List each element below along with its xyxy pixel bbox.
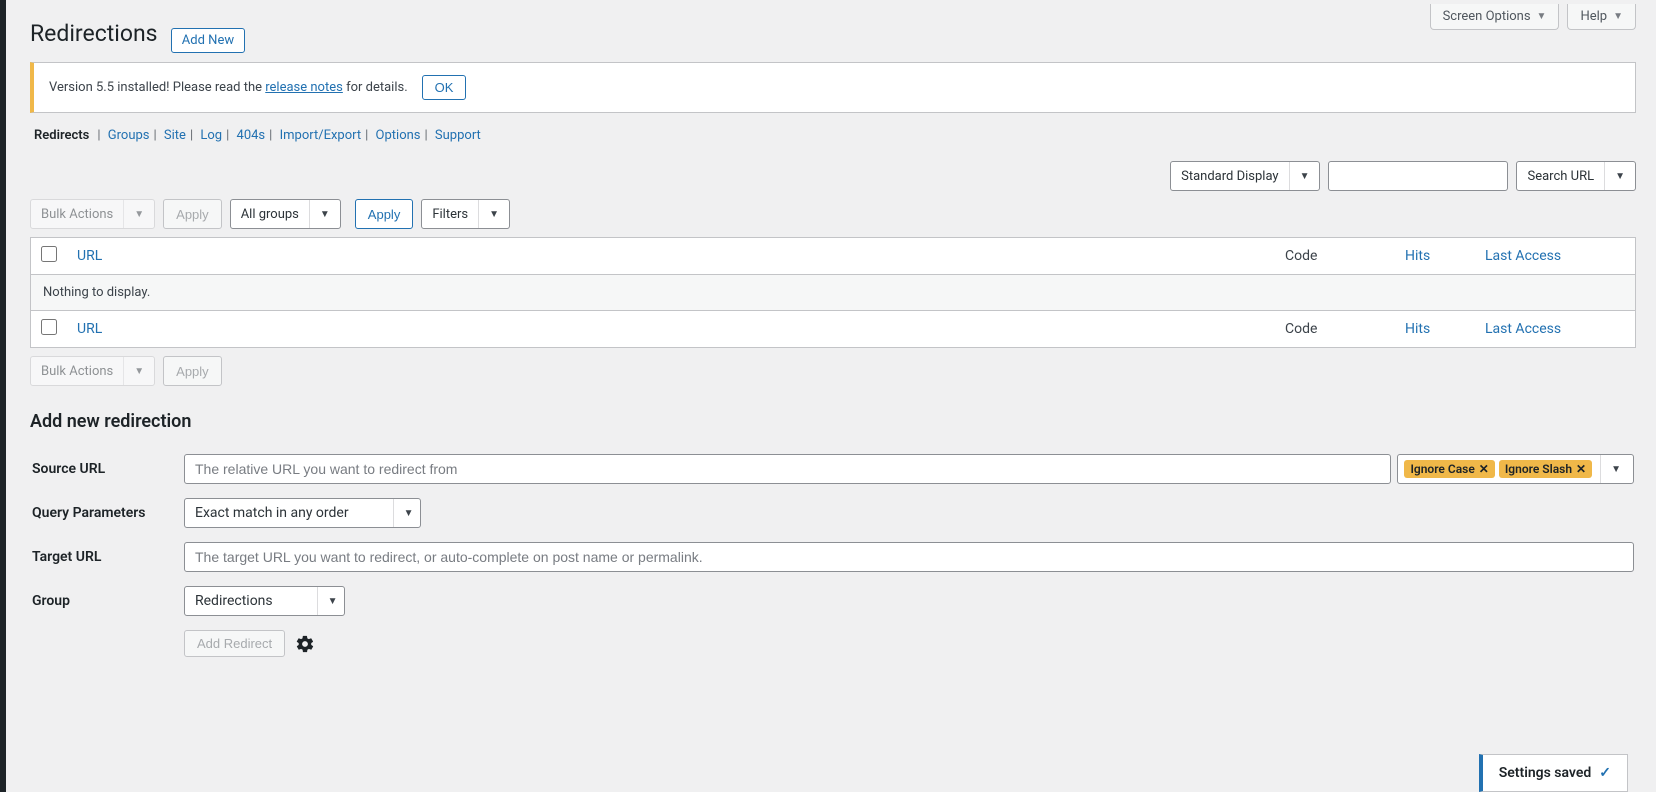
filters-select[interactable]: Filters ▼ bbox=[421, 199, 510, 229]
apply-filter-button[interactable]: Apply bbox=[355, 199, 414, 229]
ignore-slash-tag[interactable]: Ignore Slash✕ bbox=[1499, 460, 1592, 478]
tab-404s[interactable]: 404s bbox=[237, 128, 266, 143]
query-params-select[interactable]: Exact match in any order ▼ bbox=[184, 498, 421, 528]
redirects-table: URL Code Hits Last Access Nothing to dis… bbox=[30, 237, 1636, 348]
chevron-down-icon: ▼ bbox=[309, 200, 340, 228]
group-filter-label: All groups bbox=[231, 207, 309, 222]
close-icon[interactable]: ✕ bbox=[1576, 462, 1586, 476]
tab-log[interactable]: Log bbox=[200, 128, 222, 143]
col-url-foot[interactable]: URL bbox=[77, 321, 102, 337]
screen-options-label: Screen Options bbox=[1443, 9, 1531, 24]
tab-site[interactable]: Site bbox=[164, 128, 186, 143]
add-redirect-button[interactable]: Add Redirect bbox=[184, 630, 285, 657]
col-code-foot: Code bbox=[1285, 321, 1405, 337]
chevron-down-icon: ▼ bbox=[478, 200, 509, 228]
notice-text-pre: Version 5.5 installed! Please read the bbox=[49, 80, 265, 95]
release-notes-link[interactable]: release notes bbox=[265, 80, 343, 95]
tab-import-export[interactable]: Import/Export bbox=[280, 128, 362, 143]
help-label: Help bbox=[1580, 9, 1607, 24]
apply-bulk-button-bottom[interactable]: Apply bbox=[163, 356, 222, 386]
bulk-actions-select-bottom[interactable]: Bulk Actions ▼ bbox=[30, 356, 155, 386]
source-url-label: Source URL bbox=[32, 448, 182, 490]
bulk-actions-label: Bulk Actions bbox=[31, 207, 123, 222]
subnav: Redirects| Groups| Site| Log| 404s| Impo… bbox=[30, 128, 1636, 143]
add-new-heading: Add new redirection bbox=[30, 411, 1636, 432]
display-mode-select[interactable]: Standard Display ▼ bbox=[1170, 161, 1320, 191]
filters-label: Filters bbox=[422, 207, 478, 222]
query-params-value: Exact match in any order bbox=[195, 505, 389, 521]
col-hits-foot[interactable]: Hits bbox=[1405, 321, 1430, 337]
col-url[interactable]: URL bbox=[77, 248, 102, 264]
group-label: Group bbox=[32, 580, 182, 622]
close-icon[interactable]: ✕ bbox=[1479, 462, 1489, 476]
toast-settings-saved: Settings saved ✓ bbox=[1479, 754, 1628, 792]
search-mode-label: Search URL bbox=[1517, 169, 1604, 184]
chevron-down-icon: ▼ bbox=[317, 587, 344, 615]
screen-options-button[interactable]: Screen Options ▼ bbox=[1430, 4, 1560, 30]
tab-support[interactable]: Support bbox=[435, 128, 481, 143]
col-last[interactable]: Last Access bbox=[1485, 248, 1561, 264]
target-url-label: Target URL bbox=[32, 536, 182, 578]
chevron-down-icon: ▼ bbox=[1289, 162, 1320, 190]
search-mode-select[interactable]: Search URL ▼ bbox=[1516, 161, 1636, 191]
source-url-input[interactable] bbox=[184, 454, 1391, 484]
notice-text-post: for details. bbox=[343, 80, 408, 95]
bulk-actions-label-bottom: Bulk Actions bbox=[31, 364, 123, 379]
chevron-down-icon: ▼ bbox=[123, 357, 154, 385]
chevron-down-icon: ▼ bbox=[1613, 11, 1623, 22]
empty-row: Nothing to display. bbox=[31, 275, 1635, 310]
ignore-case-tag[interactable]: Ignore Case✕ bbox=[1404, 460, 1494, 478]
toast-text: Settings saved bbox=[1499, 765, 1592, 781]
chevron-down-icon: ▼ bbox=[1604, 162, 1635, 190]
col-hits[interactable]: Hits bbox=[1405, 248, 1430, 264]
tab-options[interactable]: Options bbox=[376, 128, 421, 143]
query-params-label: Query Parameters bbox=[32, 492, 182, 534]
update-notice: Version 5.5 installed! Please read the r… bbox=[30, 62, 1636, 113]
check-icon: ✓ bbox=[1599, 765, 1611, 781]
bulk-actions-select-top[interactable]: Bulk Actions ▼ bbox=[30, 199, 155, 229]
search-input[interactable] bbox=[1328, 161, 1508, 191]
tab-redirects[interactable]: Redirects bbox=[34, 128, 89, 143]
group-filter-select[interactable]: All groups ▼ bbox=[230, 199, 341, 229]
add-new-button[interactable]: Add New bbox=[171, 28, 245, 53]
select-all-top[interactable] bbox=[41, 246, 57, 262]
chevron-down-icon: ▼ bbox=[1537, 11, 1547, 22]
tab-groups[interactable]: Groups bbox=[108, 128, 150, 143]
chevron-down-icon: ▼ bbox=[123, 200, 154, 228]
select-all-bottom[interactable] bbox=[41, 319, 57, 335]
page-title: Redirections bbox=[30, 20, 158, 47]
group-select[interactable]: Redirections ▼ bbox=[184, 586, 345, 616]
target-url-input[interactable] bbox=[184, 542, 1634, 572]
group-value: Redirections bbox=[195, 593, 313, 609]
display-mode-label: Standard Display bbox=[1171, 169, 1288, 184]
chevron-down-icon: ▼ bbox=[393, 499, 420, 527]
url-options-select[interactable]: Ignore Case✕ Ignore Slash✕ ▼ bbox=[1397, 454, 1634, 484]
notice-ok-button[interactable]: OK bbox=[422, 75, 467, 100]
col-code: Code bbox=[1285, 248, 1405, 264]
col-last-foot[interactable]: Last Access bbox=[1485, 321, 1561, 337]
gear-icon[interactable] bbox=[295, 634, 315, 654]
chevron-down-icon[interactable]: ▼ bbox=[1600, 455, 1627, 483]
help-button[interactable]: Help ▼ bbox=[1567, 4, 1636, 30]
apply-bulk-button-top[interactable]: Apply bbox=[163, 199, 222, 229]
